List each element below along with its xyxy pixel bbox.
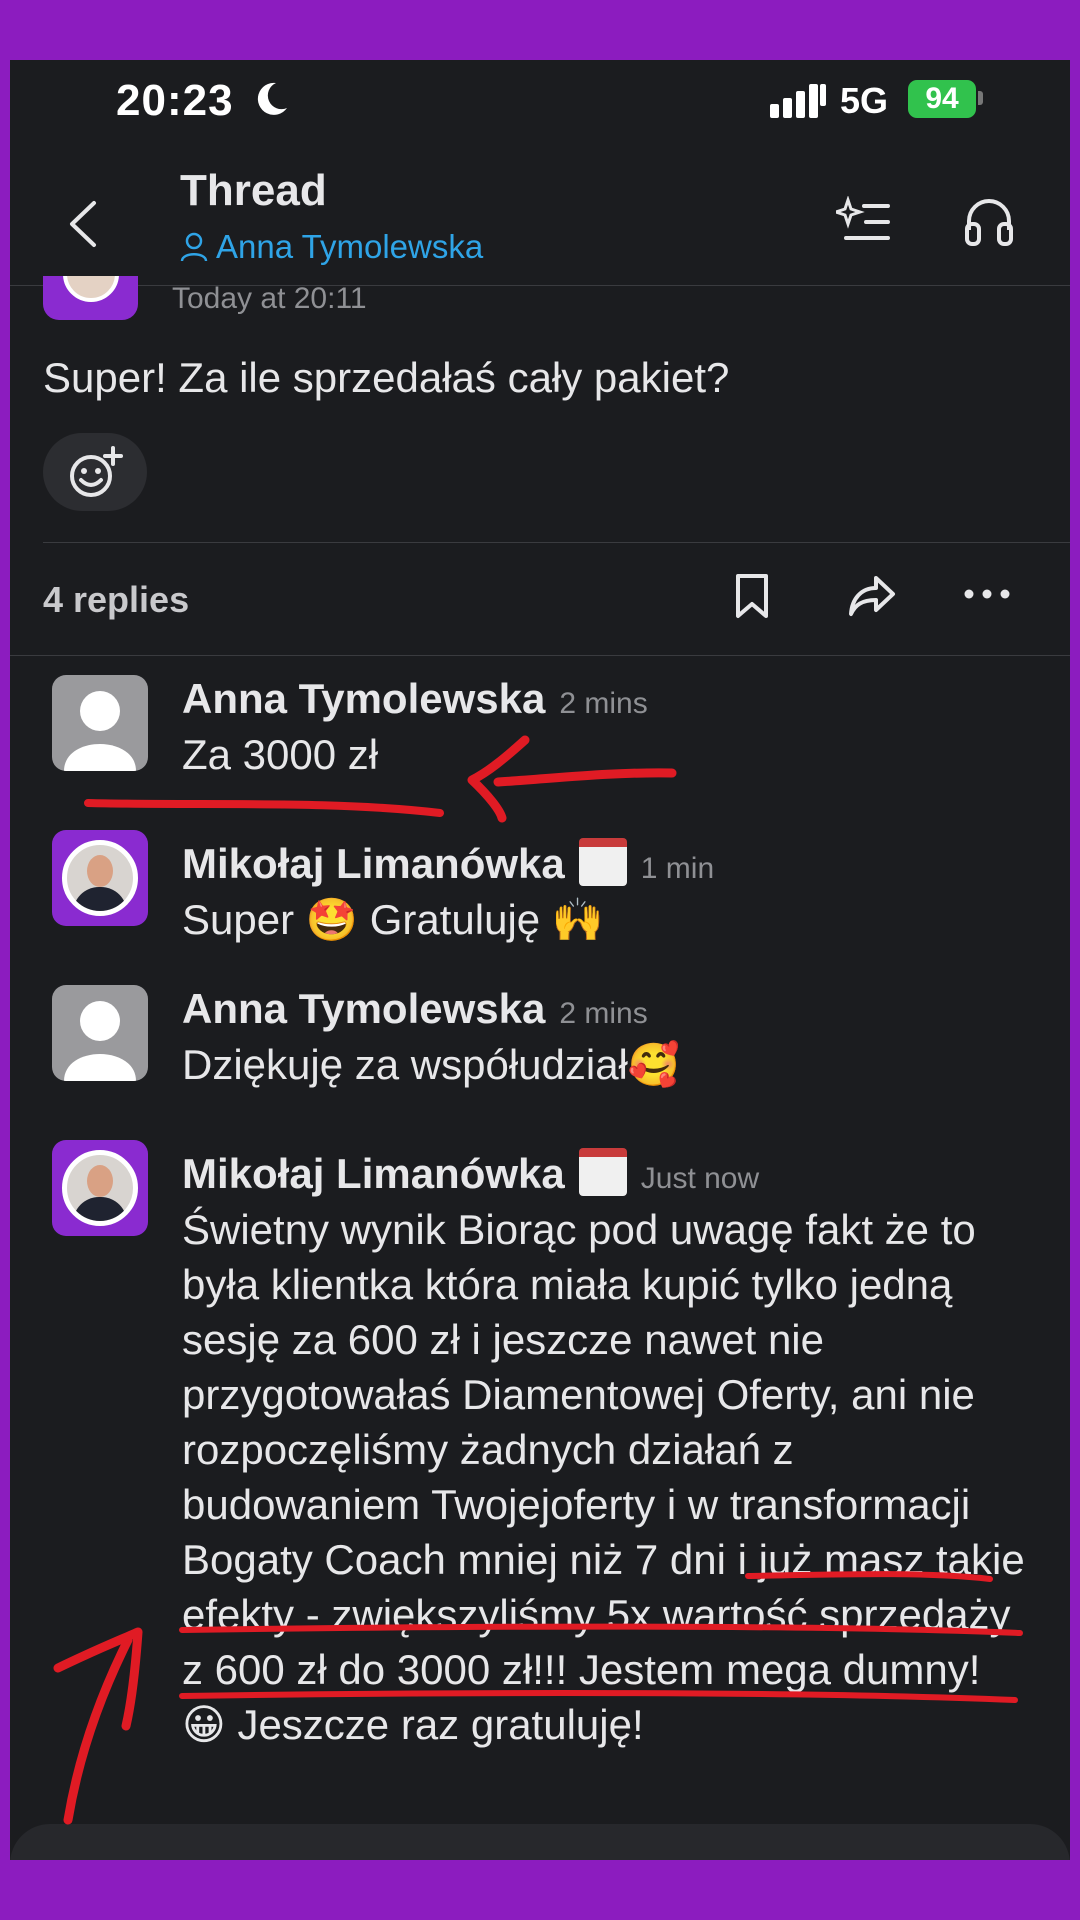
add-reaction-icon [70,446,123,497]
parent-timestamp: Today at 20:11 [172,282,367,315]
message-text: Za 3000 zł [182,731,379,778]
message-text: Dziękuję za współudział🥰 [182,1041,681,1088]
avatar[interactable] [52,1140,148,1236]
signal-icon [770,84,826,118]
phone-screen: 20:23 5G 94 Thread Anna Tymolewska Today… [10,60,1070,1860]
status-bar: 20:23 5G 94 [10,60,1070,140]
status-time: 20:23 [116,76,234,125]
thread-header: Thread Anna Tymolewska [10,160,1070,285]
message-composer[interactable] [10,1824,1070,1860]
battery-tip [978,91,983,105]
avatar[interactable] [52,830,148,926]
default-user-icon [64,691,136,771]
parent-avatar[interactable] [43,276,138,320]
header-divider [10,285,1070,286]
default-user-icon [64,1001,136,1081]
message-time: 1 min [640,852,715,885]
back-arrow-icon[interactable] [68,200,98,248]
bookmark-icon[interactable] [734,573,770,619]
user-icon [180,232,208,262]
ai-sparkle-list-icon[interactable] [836,196,890,244]
avatar[interactable] [52,985,148,1081]
share-icon[interactable] [848,575,896,617]
message-time: Just now [640,1162,760,1195]
author-name[interactable]: Mikołaj Limanówka [182,840,565,888]
header-subtitle: Anna Tymolewska [216,228,484,265]
replies-count: 4 replies [43,579,190,620]
more-icon[interactable] [964,589,1010,599]
headphones-icon[interactable] [964,196,1014,246]
header-channel-link[interactable]: Anna Tymolewska [180,228,483,266]
replies-bar: 4 replies [10,543,1070,655]
battery-level: 94 [925,82,959,115]
message-text: Super 🤩 Gratuluję 🙌 [182,896,605,943]
message-text: Świetny wynik Biorąc pod uwagę fakt że t… [182,1206,1025,1748]
calendar-emoji [578,838,627,886]
avatar[interactable] [52,675,148,771]
message-time: 2 mins [559,687,648,720]
header-title: Thread [180,166,327,215]
moon-icon [257,82,287,115]
message-time: 2 mins [559,997,648,1030]
author-name[interactable]: Anna Tymolewska [182,675,545,723]
network-label: 5G [840,80,889,121]
replies-divider [10,655,1070,656]
add-reaction-button[interactable] [43,433,147,511]
parent-message-text: Super! Za ile sprzedałaś cały pakiet? [43,354,730,401]
battery-indicator: 94 [908,80,976,118]
calendar-emoji [578,1148,627,1196]
author-name[interactable]: Mikołaj Limanówka [182,1150,565,1198]
author-name[interactable]: Anna Tymolewska [182,985,545,1033]
